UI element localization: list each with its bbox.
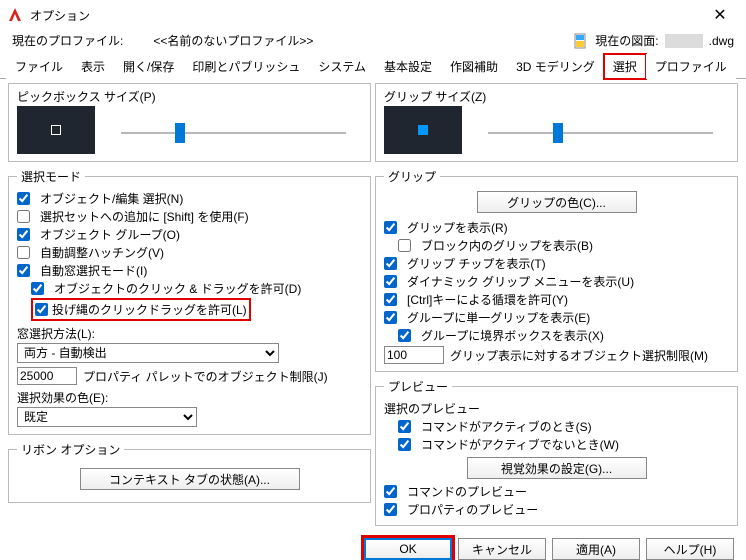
current-drawing-label: 現在の図面: [595, 32, 658, 49]
visual-effect-button[interactable]: 視覚効果の設定(G)... [467, 457, 647, 479]
tab-selection[interactable]: 選択 [604, 54, 646, 79]
tab-display[interactable]: 表示 [72, 54, 114, 79]
current-profile-name: <<名前のないプロファイル>> [153, 32, 313, 49]
tab-preferences[interactable]: 基本設定 [375, 54, 441, 79]
lbl-object-group: オブジェクト グループ(O) [40, 226, 180, 243]
lbl-group-single-grip: グループに単一グリップを表示(E) [407, 309, 590, 326]
ribbon-options-legend: リボン オプション [17, 441, 124, 458]
chk-object-edit-select[interactable] [17, 192, 30, 205]
grip-size-slider[interactable] [488, 132, 713, 134]
lbl-grip-limit: グリップ表示に対するオブジェクト選択制限(M) [450, 347, 708, 364]
tab-publish[interactable]: 印刷とパブリッシュ [183, 54, 309, 79]
drawing-name-mask [665, 34, 703, 48]
chk-inactive-cmd[interactable] [398, 438, 411, 451]
pickbox-size-label: ピックボックス サイズ(P) [17, 90, 156, 104]
chk-click-drag[interactable] [31, 282, 44, 295]
grip-size-label: グリップ サイズ(Z) [384, 90, 486, 104]
grip-color-button[interactable]: グリップの色(C)... [477, 191, 637, 213]
lbl-window-method: 窓選択方法(L): [17, 325, 95, 342]
chk-grips-in-block[interactable] [398, 239, 411, 252]
lbl-cmd-preview: コマンドのプレビュー [407, 483, 527, 500]
chk-ctrl-cycle[interactable] [384, 293, 397, 306]
select-window-method[interactable]: 両方 - 自動検出 [17, 343, 279, 363]
chk-group-bbox[interactable] [398, 329, 411, 342]
lbl-object-edit-select: オブジェクト/編集 選択(N) [40, 190, 183, 207]
drawing-ext: .dwg [709, 34, 734, 48]
tab-open-save[interactable]: 開く/保存 [114, 54, 183, 79]
context-tab-state-button[interactable]: コンテキスト タブの状態(A)... [80, 468, 300, 490]
lbl-sel-preview: 選択のプレビュー [384, 400, 480, 417]
lbl-click-drag: オブジェクトのクリック & ドラッグを許可(D) [54, 280, 301, 297]
lbl-grip-tips: グリップ チップを表示(T) [407, 255, 546, 272]
lbl-prop-preview: プロパティのプレビュー [407, 501, 538, 518]
lbl-auto-hatch: 自動調整ハッチング(V) [40, 244, 164, 261]
lbl-group-bbox: グループに境界ボックスを表示(X) [421, 327, 604, 344]
chk-auto-hatch[interactable] [17, 246, 30, 259]
chk-lasso-drag[interactable] [35, 303, 48, 316]
tab-file[interactable]: ファイル [6, 54, 72, 79]
preview-legend: プレビュー [384, 378, 452, 395]
drawing-icon [573, 33, 589, 49]
close-button[interactable]: ✕ [700, 5, 740, 25]
tab-system[interactable]: システム [309, 54, 375, 79]
pickbox-size-slider[interactable] [121, 132, 346, 134]
input-property-limit[interactable] [17, 367, 77, 385]
chk-cmd-preview[interactable] [384, 485, 397, 498]
lbl-lasso-drag: 投げ縄のクリックドラッグを許可(L) [52, 301, 247, 318]
lbl-dynamic-grip-menu: ダイナミック グリップ メニューを表示(U) [407, 273, 634, 290]
window-title: オプション [30, 7, 700, 24]
grip-preview [384, 106, 462, 154]
chk-auto-window[interactable] [17, 264, 30, 277]
lbl-auto-window: 自動窓選択モード(I) [40, 262, 147, 279]
lbl-inactive-cmd: コマンドがアクティブでないとき(W) [421, 436, 619, 453]
chk-shift-add[interactable] [17, 210, 30, 223]
lbl-effect-color: 選択効果の色(E): [17, 389, 108, 406]
tab-strip: ファイル 表示 開く/保存 印刷とパブリッシュ システム 基本設定 作図補助 3… [0, 53, 746, 79]
lbl-shift-add: 選択セットへの追加に [Shift] を使用(F) [40, 208, 249, 225]
tab-3d[interactable]: 3D モデリング [507, 54, 604, 79]
grips-legend: グリップ [384, 168, 440, 185]
chk-group-single-grip[interactable] [384, 311, 397, 324]
input-grip-limit[interactable] [384, 346, 444, 364]
pickbox-preview [17, 106, 95, 154]
select-effect-color[interactable]: 既定 [17, 407, 197, 427]
lbl-ctrl-cycle: [Ctrl]キーによる循環を許可(Y) [407, 291, 568, 308]
lbl-active-cmd: コマンドがアクティブのとき(S) [421, 418, 592, 435]
tab-profiles[interactable]: プロファイル [646, 54, 736, 79]
chk-dynamic-grip-menu[interactable] [384, 275, 397, 288]
lbl-show-grips: グリップを表示(R) [407, 219, 508, 236]
chk-grip-tips[interactable] [384, 257, 397, 270]
current-profile-label: 現在のプロファイル: [12, 32, 123, 49]
app-icon [6, 6, 24, 24]
chk-show-grips[interactable] [384, 221, 397, 234]
chk-active-cmd[interactable] [398, 420, 411, 433]
selection-mode-legend: 選択モード [17, 168, 85, 185]
lbl-property-limit: プロパティ パレットでのオブジェクト制限(J) [83, 368, 328, 385]
chk-prop-preview[interactable] [384, 503, 397, 516]
chk-object-group[interactable] [17, 228, 30, 241]
lbl-grips-in-block: ブロック内のグリップを表示(B) [421, 237, 593, 254]
tab-drafting[interactable]: 作図補助 [441, 54, 507, 79]
